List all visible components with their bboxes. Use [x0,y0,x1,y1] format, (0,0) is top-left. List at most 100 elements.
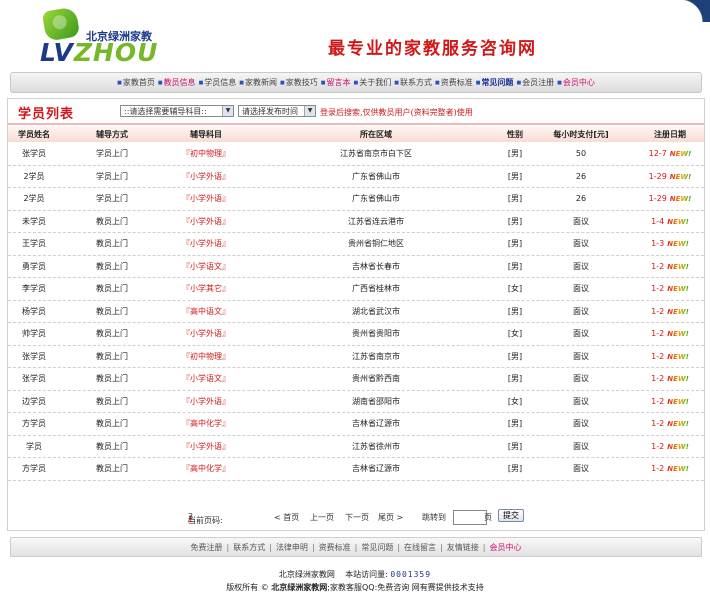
subject-link[interactable]: 『小学外语』 [164,328,248,339]
chevron-down-icon: ▼ [222,106,233,116]
subject-link[interactable]: 『小学语文』 [164,373,248,384]
footer-info: 北京绿洲家教网 本站访问量: 0001359 版权所有 © 北京绿洲家教网;家教… [0,568,710,594]
new-badge: NEW! [667,217,689,226]
register-date: 1-2 NEW! [636,374,704,383]
logo-leaf-icon [41,6,81,42]
gender: [男] [507,239,523,249]
student-name: 未学员 [22,216,46,226]
register-date: 1-2 NEW! [636,442,704,451]
student-name: 杨学员 [22,306,46,316]
nav-item[interactable]: 常见问题 [476,77,513,88]
time-select[interactable]: 请选择发布时间 ▼ [238,105,316,117]
visits-label: 本站访问量: [345,570,388,579]
new-badge: NEW! [667,420,689,429]
footer-link[interactable]: 会员中心 [489,542,521,553]
footer-link[interactable]: 免费注册 [191,542,223,553]
goto-submit-button[interactable]: 提交 [498,509,524,522]
subject-link[interactable]: 『小学外语』 [164,171,248,182]
register-date-text: 1-2 [651,374,665,384]
footer-link[interactable]: 资费标准 [319,542,351,553]
gender: [男] [507,374,523,384]
col-header-date: 注册日期 [654,129,686,139]
footer-visits-line: 北京绿洲家教网 本站访问量: 0001359 [0,568,710,581]
prev-page-link[interactable]: 上一页 [310,512,334,523]
nav-item[interactable]: 家教新闻 [239,77,277,88]
new-badge: NEW! [667,307,689,316]
nav-item[interactable]: 关于我们 [354,77,391,88]
subject-link[interactable]: 『高中语文』 [164,306,248,317]
subject-link[interactable]: 『小学外语』 [164,216,248,227]
list-toolbar: 学员列表 ::请选择需要辅导科目:: ▼ 请选择发布时间 ▼ 登录后搜索,仅供教… [8,99,704,125]
student-name: 张学员 [22,374,46,384]
new-badge: NEW! [667,240,689,249]
nav-item[interactable]: 会员注册 [516,77,554,88]
subject-link[interactable]: 『小学其它』 [164,283,248,294]
last-page-link[interactable]: 尾页 > [378,512,403,523]
footer-separator: | [311,542,315,552]
area: 江苏省南京市 [352,351,400,361]
subject-link[interactable]: 『初中物理』 [164,148,248,159]
new-badge: NEW! [667,442,689,451]
table-row: 张学员 学员上门 『初中物理』 江苏省南京市白下区 [男] 50 12-7 NEW! [8,143,704,166]
time-select-value: 请选择发布时间 [242,107,298,116]
register-date-text: 1-2 [651,396,665,406]
footer-link[interactable]: 在线留言 [404,542,436,553]
gender: [男] [507,441,523,451]
nav-item[interactable]: 联系方式 [394,77,432,88]
student-name: 张学员 [22,149,46,159]
nav-item[interactable]: 资费标准 [435,77,473,88]
footer-link[interactable]: 联系方式 [233,542,265,553]
area: 贵州省铜仁地区 [348,239,404,249]
register-date: 1-2 NEW! [636,307,704,316]
search-note: 登录后搜索,仅供教员用户(资料完整者)使用 [320,108,473,117]
subject-link[interactable]: 『初中物理』 [164,351,248,362]
student-name: 2学员 [23,171,45,181]
subject-link[interactable]: 『小学语文』 [164,261,248,272]
new-badge: NEW! [667,262,689,271]
nav-item[interactable]: 留言本 [321,77,351,88]
goto-page-input[interactable] [453,510,487,525]
student-table-body: 张学员 学员上门 『初中物理』 江苏省南京市白下区 [男] 50 12-7 NEW! 2学员 学员… [8,143,704,481]
area: 广西省桂林市 [352,284,400,294]
nav-item[interactable]: 教员信息 [158,77,196,88]
tutor-mode: 教员上门 [96,216,128,226]
student-name: 勇学员 [22,261,46,271]
gender: [男] [507,149,523,159]
subject-link[interactable]: 『小学外语』 [164,396,248,407]
register-date-text: 1-29 [648,194,667,204]
student-name: 2学员 [23,194,45,204]
hourly-pay: 面议 [573,284,589,294]
hourly-pay: 面议 [573,419,589,429]
logo-en-part-b: ZHOU [73,38,159,67]
nav-item[interactable]: 家教技巧 [280,77,318,88]
table-row: 边学员 教员上门 『小学外语』 湖南省邵阳市 [女] 面议 1-2 NEW! [8,391,704,413]
footer-separator: | [354,542,358,552]
col-header-mode: 辅导方式 [96,129,128,139]
footer-link[interactable]: 常见问题 [361,542,393,553]
subject-link[interactable]: 『高中化学』 [164,463,248,474]
register-date: 12-7 NEW! [636,149,704,158]
first-page-link[interactable]: < 首页 [274,512,299,523]
chevron-down-icon: ▼ [304,106,315,116]
tutor-mode: 教员上门 [96,464,128,474]
nav-item[interactable]: 会员中心 [557,77,595,88]
col-header-name: 学员姓名 [18,129,50,139]
subject-link[interactable]: 『小学外语』 [164,238,248,249]
tutor-mode: 教员上门 [96,239,128,249]
next-page-link[interactable]: 下一页 [345,512,369,523]
logo-english-name: LVZHOU [40,38,158,67]
nav-item[interactable]: 学员信息 [199,77,236,88]
nav-item[interactable]: 家教首页 [117,77,155,88]
tutor-mode: 教员上门 [96,396,128,406]
table-row: 张学员 教员上门 『小学语文』 贵州省黔西南 [男] 面议 1-2 NEW! [8,368,704,391]
gender: [男] [507,261,523,271]
new-badge: NEW! [667,330,689,339]
subject-link[interactable]: 『高中化学』 [164,418,248,429]
new-badge: NEW! [667,397,689,406]
subject-link[interactable]: 『小学外语』 [164,441,248,452]
subject-link[interactable]: 『小学外语』 [164,193,248,204]
footer-link[interactable]: 法律申明 [276,542,308,553]
gender: [男] [507,194,523,204]
footer-link[interactable]: 友情链接 [447,542,479,553]
subject-select[interactable]: ::请选择需要辅导科目:: ▼ [120,105,234,117]
